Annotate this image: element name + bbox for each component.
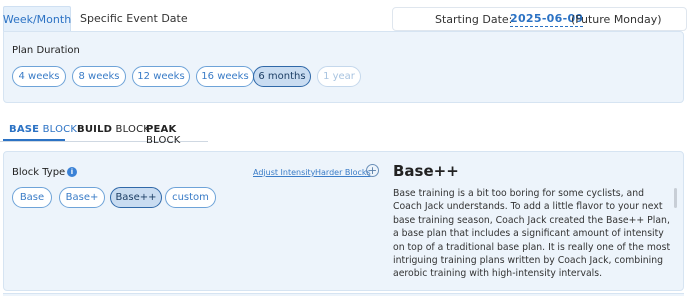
tab-base-block[interactable]: BASE BLOCK bbox=[9, 124, 77, 135]
tab-peak-block-rest: BLOCK bbox=[146, 135, 181, 146]
tab-build-block[interactable]: BUILD BLOCK bbox=[77, 124, 150, 135]
tab-base-block-rest: BLOCK bbox=[42, 124, 78, 135]
block-type-label: Block Type bbox=[12, 167, 66, 178]
plan-duration-panel: Plan Duration 4 weeks 8 weeks 12 weeks 1… bbox=[3, 31, 684, 103]
description-scrollbar[interactable] bbox=[674, 188, 677, 208]
tab-specific-event-date[interactable]: Specific Event Date bbox=[80, 12, 188, 25]
starting-date-label: Starting Date: bbox=[435, 13, 513, 26]
info-icon[interactable]: i bbox=[67, 167, 77, 177]
starting-date-note: (Future Monday) bbox=[571, 13, 662, 26]
top-bar: Week/Month Specific Event Date Starting … bbox=[0, 0, 690, 34]
duration-option-16-weeks[interactable]: 16 weeks bbox=[196, 66, 254, 87]
harder-blocks-link[interactable]: Harder Blocks bbox=[315, 168, 371, 177]
tab-build-block-bold: BUILD bbox=[77, 124, 113, 135]
block-option-custom[interactable]: custom bbox=[165, 187, 216, 208]
block-description-title: Base++ bbox=[393, 162, 459, 180]
duration-option-1-year: 1 year bbox=[317, 66, 361, 87]
starting-date-box: Starting Date: 2025-06-09 (Future Monday… bbox=[392, 7, 687, 31]
block-option-base-plus-plus[interactable]: Base++ bbox=[110, 187, 162, 208]
duration-option-4-weeks[interactable]: 4 weeks bbox=[12, 66, 66, 87]
tab-peak-block[interactable]: PEAK BLOCK bbox=[146, 124, 208, 146]
tab-week-month[interactable]: Week/Month bbox=[3, 6, 71, 32]
duration-option-6-months[interactable]: 6 months bbox=[253, 66, 311, 87]
tab-base-block-bold: BASE bbox=[9, 124, 40, 135]
plan-duration-label: Plan Duration bbox=[12, 45, 80, 56]
adjust-intensity-link[interactable]: Adjust Intensity bbox=[253, 168, 315, 177]
block-type-panel: Block Type i Adjust Intensity Harder Blo… bbox=[3, 151, 684, 291]
block-description-text: Base training is a bit too boring for so… bbox=[393, 188, 671, 280]
block-option-base[interactable]: Base bbox=[12, 187, 52, 208]
tab-build-block-rest: BLOCK bbox=[115, 124, 151, 135]
duration-option-12-weeks[interactable]: 12 weeks bbox=[132, 66, 190, 87]
tab-peak-block-bold: PEAK bbox=[146, 124, 177, 135]
duration-option-8-weeks[interactable]: 8 weeks bbox=[72, 66, 126, 87]
active-tab-underline bbox=[3, 139, 65, 141]
block-option-base-plus[interactable]: Base+ bbox=[59, 187, 105, 208]
plus-circle-icon[interactable]: + bbox=[366, 164, 379, 177]
